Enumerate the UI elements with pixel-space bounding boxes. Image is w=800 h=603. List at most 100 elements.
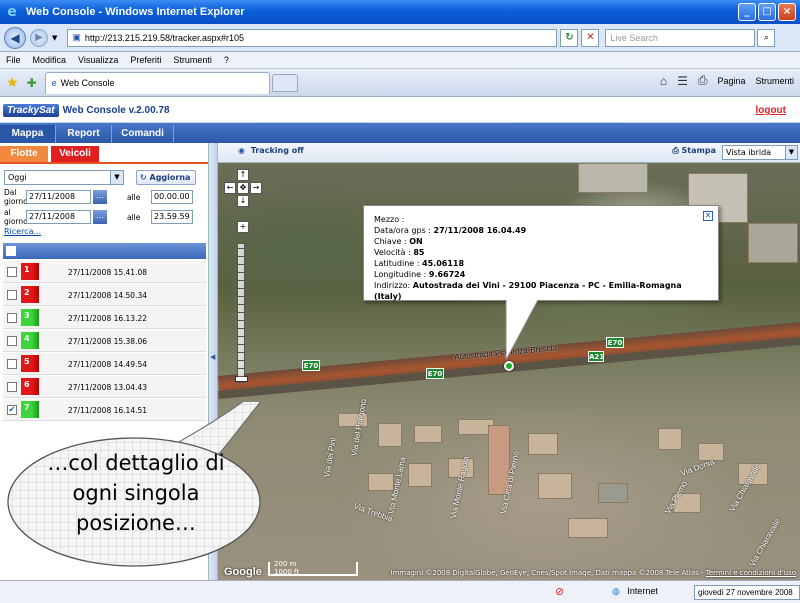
info-label: Velocità : [374,248,411,257]
add-favorite-icon[interactable]: ✚ [27,76,37,90]
pan-down-button[interactable]: ↓ [237,195,249,207]
zoom-tick [238,360,244,361]
period-select[interactable]: Oggi ▼ [4,169,124,185]
tools-menu[interactable]: Strumenti [755,76,794,86]
refresh-page-icon[interactable]: ↻ [560,28,579,47]
vehicle-timestamp: 27/11/2008 14.49.54 [68,360,148,369]
search-icon[interactable]: ⌕ [757,28,776,47]
vehicle-row[interactable]: 1 27/11/2008 15.41.08 [3,261,206,283]
close-button[interactable]: × [778,3,796,21]
status-bar: ⊘ ◍ Internet giovedì 27 novembre 2008 [0,580,800,603]
vehicle-checkbox[interactable] [7,313,17,323]
vehicle-checkbox[interactable] [7,290,17,300]
tab-label: Web Console [60,78,115,88]
callout-line-2: ogni singola [72,481,200,505]
e70-shield: E70 [302,360,320,371]
vehicle-timestamp: 27/11/2008 15.38.06 [68,337,148,346]
to-time-field[interactable]: 23.59.59 [151,210,193,224]
url-field[interactable]: ▣ http://213.215.219.58/tracker.aspx#r10… [67,28,558,47]
info-row: Chiave : ON [374,236,708,247]
period-value: Oggi [8,172,27,182]
new-tab-button[interactable] [271,73,298,92]
vehicle-row[interactable]: 2 27/11/2008 14.50.34 [3,284,206,306]
map-type-value: Vista ibrida [726,148,772,157]
vehicle-checkbox[interactable] [7,382,17,392]
tab-comandi[interactable]: Comandi [112,125,174,143]
vehicle-status-flag: 2 [21,286,39,303]
back-button[interactable]: ◀ [4,26,26,49]
menu-strumenti[interactable]: Strumenti [173,55,212,65]
zoom-in-button[interactable]: + [237,221,249,233]
menu-preferiti[interactable]: Preferiti [130,55,161,65]
zoom-tick [238,296,244,297]
menu-modifica[interactable]: Modifica [33,55,67,65]
forward-button[interactable]: ▶ [30,28,48,47]
vehicle-checkbox[interactable] [7,267,17,277]
menu-help[interactable]: ? [224,55,229,65]
vehicle-status-flag: 1 [21,263,39,280]
print-map-button[interactable]: ⎙ Stampa [672,146,716,156]
pan-left-button[interactable]: ← [224,182,236,194]
tab-report[interactable]: Report [56,125,112,143]
zoom-tick [238,336,244,337]
pan-up-button[interactable]: ↑ [237,169,249,181]
vehicle-row[interactable]: 6 27/11/2008 13.04.43 [3,376,206,398]
logout-link[interactable]: logout [755,105,786,116]
window-titlebar: e Web Console - Windows Internet Explore… [0,0,800,24]
tab-mappa[interactable]: Mappa [0,125,56,143]
favorites-star-icon[interactable]: ★ [6,75,19,91]
info-row: Indirizzo: Autostrada dei Vini - 29100 P… [374,280,708,302]
live-search-input[interactable]: Live Search [605,28,756,47]
minimize-button[interactable]: _ [738,3,756,21]
info-window-pointer [505,300,539,361]
terms-link[interactable]: Termini e condizioni d'uso [706,569,796,577]
info-value: 85 [413,248,425,257]
zoom-tick [238,352,244,353]
satellite-map[interactable]: Autostrada Piacenza-Brescia E70 E70 E70 … [218,163,800,580]
from-time-field[interactable]: 00.00.00 [151,190,193,204]
maximize-button[interactable]: □ [758,3,776,21]
map-type-select[interactable]: Vista ibrida ▼ [722,145,798,160]
brand-name: TrackySat [3,103,59,117]
browser-tab[interactable]: e Web Console [44,71,270,94]
home-icon[interactable]: ⌂ [660,74,667,88]
zoom-slider[interactable] [235,243,248,383]
panel-subtabs: Flotte Veicoli [0,146,208,164]
chevron-down-icon: ▼ [785,146,797,159]
history-dropdown-icon[interactable]: ▼ [52,34,57,42]
menu-visualizza[interactable]: Visualizza [78,55,118,65]
vehicle-row[interactable]: 5 27/11/2008 14.49.54 [3,353,206,375]
from-date-field[interactable]: 27/11/2008 [26,190,91,204]
to-calendar-button[interactable]: … [93,210,107,224]
info-close-icon[interactable]: ✕ [703,211,713,221]
info-value: 9.66724 [428,270,466,279]
pan-center-button[interactable]: ✥ [237,182,249,194]
globe-icon: ◍ [612,586,620,596]
tracking-toggle[interactable]: ◉ Tracking off [238,146,304,160]
tab-flotte[interactable]: Flotte [0,146,48,162]
printer-icon: ⎙ [672,146,682,155]
from-date-label: Dal giorno [4,188,28,206]
pan-right-button[interactable]: → [250,182,262,194]
vehicle-checkbox[interactable] [7,336,17,346]
map-footer: Google 200 m 1000 ft Immagini ©2008 Digi… [218,560,800,580]
print-icon[interactable]: ⎙ [698,73,708,88]
zoom-tick [238,280,244,281]
select-all-checkbox[interactable] [6,246,16,256]
info-value: 45.06118 [422,259,465,268]
stop-icon[interactable]: ✕ [581,28,600,47]
page-menu[interactable]: Pagina [717,76,745,86]
window-controls: _ □ × [738,3,796,21]
from-calendar-button[interactable]: … [93,190,107,204]
to-date-field[interactable]: 27/11/2008 [26,210,91,224]
menu-file[interactable]: File [6,55,21,65]
tab-page-icon: e [51,78,57,88]
e70-shield: E70 [426,368,444,379]
vehicle-row[interactable]: 3 27/11/2008 16.13.22 [3,307,206,329]
feeds-icon[interactable]: ☰ [677,74,688,88]
refresh-button[interactable]: ↻ Aggiorna [136,169,196,185]
search-link[interactable]: Ricerca... [4,227,208,236]
vehicle-row[interactable]: 4 27/11/2008 15.38.06 [3,330,206,352]
vehicle-checkbox[interactable] [7,359,17,369]
tab-veicoli[interactable]: Veicoli [51,146,99,162]
